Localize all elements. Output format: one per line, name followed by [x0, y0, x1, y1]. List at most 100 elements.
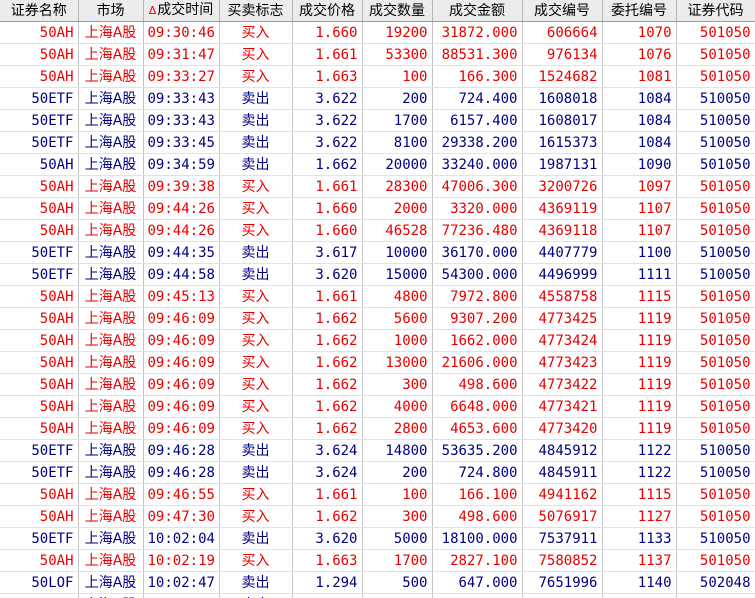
quantity-cell: 8100 [362, 131, 433, 154]
table-row[interactable]: 50ETF 上海A股 10:02:04 卖出 3.620 5000 18100.000 753… [0, 527, 755, 550]
security-code-cell: 501050 [676, 307, 755, 330]
market-cell: 上海A股 [78, 153, 144, 176]
table-row[interactable]: 50AH 上海A股 10:02:19 买入 1.663 1700 2827.100 75808… [0, 549, 755, 572]
table-row[interactable]: 50AH 上海A股 09:46:09 买入 1.662 5600 9307.200 47734… [0, 307, 755, 330]
price-cell: 1.660 [292, 21, 363, 44]
trade-id-cell: 4773420 [522, 417, 603, 440]
trade-id-cell: 7537911 [522, 527, 603, 550]
column-header-label: 买卖标志 [227, 2, 284, 19]
price-cell: 1.663 [292, 549, 363, 572]
side-cell: 卖出 [219, 461, 293, 484]
quantity-cell: 100 [362, 483, 433, 506]
table-row[interactable]: 50ETF 上海A股 09:46:28 卖出 3.624 200 724.800 484591… [0, 461, 755, 484]
column-header-security-code[interactable]: 证券代码 [676, 0, 755, 22]
quantity-cell: 500 [362, 571, 433, 594]
table-row[interactable]: 50ETF 上海A股 09:44:35 卖出 3.617 10000 36170.000 44… [0, 241, 755, 264]
quantity-cell: 46528 [362, 219, 433, 242]
order-id-cell: 1122 [602, 461, 677, 484]
security-name-cell: 50AH [0, 219, 79, 242]
quantity-cell: 53300 [362, 43, 433, 66]
security-name-cell: 50LOF [0, 571, 79, 594]
table-row[interactable]: 50AH 上海A股 09:46:09 买入 1.662 4000 6648.000 47734… [0, 395, 755, 418]
column-header-market[interactable]: 市场 [78, 0, 144, 22]
side-cell: 买入 [219, 549, 293, 572]
table-row[interactable]: 50AH 上海A股 09:39:38 买入 1.661 28300 47006.300 320… [0, 175, 755, 198]
column-header-security-name[interactable]: 证券名称 [0, 0, 79, 22]
quantity-cell: 15000 [362, 263, 433, 286]
table-row[interactable]: 50AH 上海A股 09:34:59 卖出 1.662 20000 33240.000 198… [0, 153, 755, 176]
table-row[interactable]: 50AH 上海A股 09:33:27 买入 1.663 100 166.300 1524682… [0, 65, 755, 88]
price-cell: 1.661 [292, 285, 363, 308]
amount-cell: 9307.200 [432, 307, 523, 330]
table-row[interactable]: 50AH 上海A股 09:46:09 买入 1.662 13000 21606.000 477… [0, 351, 755, 374]
side-cell: 买入 [219, 351, 293, 374]
price-cell: 3.622 [292, 131, 363, 154]
column-header-order-id[interactable]: 委托编号 [602, 0, 677, 22]
price-cell: 1.663 [292, 65, 363, 88]
order-id-cell: 1090 [602, 153, 677, 176]
market-cell: 上海A股 [78, 285, 144, 308]
table-row[interactable]: 50ETF 上海A股 09:46:28 卖出 3.624 14800 53635.200 48… [0, 439, 755, 462]
column-header-trade-id[interactable]: 成交编号 [522, 0, 603, 22]
amount-cell: 7972.800 [432, 285, 523, 308]
security-name-cell: 50ETF [0, 109, 79, 132]
table-row[interactable]: 50AH 上海A股 09:44:26 买入 1.660 2000 3320.000 43691… [0, 197, 755, 220]
table-row[interactable]: 50AH 上海A股 09:45:13 买入 1.661 4800 7972.800 45587… [0, 285, 755, 308]
amount-cell: 36170.000 [432, 241, 523, 264]
sort-ascending-icon: Δ [148, 4, 157, 17]
table-row[interactable]: 50ETF 上海A股 09:33:43 卖出 3.622 200 724.400 160801… [0, 87, 755, 110]
security-name-cell: 50AH [0, 153, 79, 176]
amount-cell: 29338.200 [432, 131, 523, 154]
order-id-cell: 1119 [602, 395, 677, 418]
price-cell: 3.622 [292, 109, 363, 132]
table-row[interactable]: 50LOF上海A股10:02:56卖出1.294100129.400767159… [0, 593, 755, 598]
table-row[interactable]: 50AH 上海A股 09:44:26 买入 1.660 46528 77236.480 436… [0, 219, 755, 242]
trade-records-table: 证券名称 市场 Δ成交时间 买卖标志 成交价格 成交数量 成交金额 成交编号 委托编号 证券代码 … [0, 0, 755, 598]
table-row[interactable]: 50AH 上海A股 09:30:46 买入 1.660 19200 31872.000 606… [0, 21, 755, 44]
column-header-price[interactable]: 成交价格 [292, 0, 363, 22]
quantity-cell: 2800 [362, 417, 433, 440]
price-cell: 1.660 [292, 197, 363, 220]
trade-time-cell: 10:02:19 [143, 549, 220, 572]
column-header-label: 委托编号 [611, 2, 667, 19]
market-cell: 上海A股 [78, 461, 144, 484]
order-id-cell: 1119 [602, 329, 677, 352]
column-header-amount[interactable]: 成交金额 [432, 0, 523, 22]
quantity-cell: 100 [362, 593, 433, 598]
table-row[interactable]: 50AH 上海A股 09:31:47 买入 1.661 53300 88531.300 976… [0, 43, 755, 66]
security-name-cell: 50ETF [0, 439, 79, 462]
column-header-label: 市场 [96, 2, 125, 19]
table-row[interactable]: 50AH 上海A股 09:46:09 买入 1.662 2800 4653.600 47734… [0, 417, 755, 440]
column-header-side[interactable]: 买卖标志 [219, 0, 293, 22]
price-cell: 1.662 [292, 351, 363, 374]
column-header-quantity[interactable]: 成交数量 [362, 0, 433, 22]
market-cell: 上海A股 [78, 307, 144, 330]
column-header-label: 成交数量 [369, 2, 425, 19]
security-code-cell: 501050 [676, 395, 755, 418]
table-row[interactable]: 50ETF 上海A股 09:44:58 卖出 3.620 15000 54300.000 44… [0, 263, 755, 286]
table-row[interactable]: 50LOF 上海A股 10:02:47 卖出 1.294 500 647.000 765199… [0, 571, 755, 594]
table-row[interactable]: 50ETF 上海A股 09:33:45 卖出 3.622 8100 29338.200 161… [0, 131, 755, 154]
quantity-cell: 100 [362, 65, 433, 88]
order-id-cell: 1115 [602, 483, 677, 506]
trade-id-cell: 4496999 [522, 263, 603, 286]
price-cell: 1.661 [292, 483, 363, 506]
column-header-trade-time[interactable]: Δ成交时间 [143, 0, 220, 22]
market-cell: 上海A股 [78, 571, 144, 594]
table-row[interactable]: 50AH 上海A股 09:46:09 买入 1.662 300 498.600 4773422… [0, 373, 755, 396]
order-id-cell: 1111 [602, 263, 677, 286]
table-row[interactable]: 50AH 上海A股 09:47:30 买入 1.662 300 498.600 5076917… [0, 505, 755, 528]
price-cell: 3.620 [292, 527, 363, 550]
table-row[interactable]: 50AH 上海A股 09:46:55 买入 1.661 100 166.100 4941162… [0, 483, 755, 506]
amount-cell: 77236.480 [432, 219, 523, 242]
security-code-cell: 501050 [676, 417, 755, 440]
market-cell: 上海A股 [78, 373, 144, 396]
column-header-label: 成交价格 [299, 2, 355, 19]
security-code-cell: 501050 [676, 483, 755, 506]
trade-time-cell: 09:45:13 [143, 285, 220, 308]
table-row[interactable]: 50ETF 上海A股 09:33:43 卖出 3.622 1700 6157.400 1608… [0, 109, 755, 132]
table-row[interactable]: 50AH 上海A股 09:46:09 买入 1.662 1000 1662.000 47734… [0, 329, 755, 352]
amount-cell: 31872.000 [432, 21, 523, 44]
side-cell: 卖出 [219, 439, 293, 462]
quantity-cell: 200 [362, 87, 433, 110]
